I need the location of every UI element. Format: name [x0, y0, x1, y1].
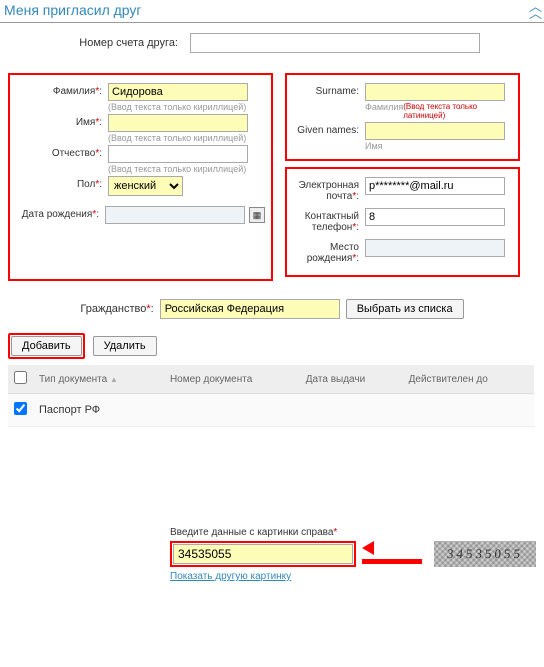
- surname-en-input[interactable]: [365, 83, 505, 101]
- pick-from-list-button[interactable]: Выбрать из списка: [346, 299, 464, 319]
- table-row[interactable]: Паспорт РФ: [8, 394, 534, 427]
- col-valid: Действителен до: [409, 374, 488, 385]
- col-type: Тип документа: [39, 374, 107, 385]
- captcha-label: Введите данные с картинки справа: [170, 527, 333, 538]
- phone-label: Контактный телефон: [305, 211, 359, 233]
- select-all-checkbox[interactable]: [14, 371, 27, 384]
- delete-button[interactable]: Удалить: [93, 336, 157, 356]
- friend-account-label: Номер счета друга:: [20, 37, 190, 49]
- friend-account-row: Номер счета друга:: [0, 23, 544, 73]
- given-en-hint: Имя: [365, 141, 512, 151]
- patronymic-hint: (Ввод текста только кириллицей): [108, 164, 265, 174]
- calendar-icon[interactable]: ▦: [249, 207, 265, 223]
- name-hint: (Ввод текста только кириллицей): [108, 133, 265, 143]
- surname-en-hint-r: (Ввод текста только латиницей): [403, 102, 505, 120]
- cell-number: [164, 394, 300, 427]
- friend-account-input[interactable]: [190, 33, 480, 53]
- citizenship-input[interactable]: [160, 299, 340, 319]
- given-en-input[interactable]: [365, 122, 505, 140]
- row-checkbox[interactable]: [14, 402, 27, 415]
- patronymic-input[interactable]: [108, 145, 248, 163]
- surname-hint: (Ввод текста только кириллицей): [108, 102, 265, 112]
- citizenship-label: Гражданство: [80, 303, 146, 315]
- patronymic-label: Отчество: [52, 148, 95, 159]
- add-button[interactable]: Добавить: [11, 336, 82, 356]
- personal-data-box: Фамилия*: (Ввод текста только кириллицей…: [8, 73, 273, 281]
- sort-icon[interactable]: ▲: [110, 375, 118, 384]
- surname-label: Фамилия: [53, 86, 95, 97]
- sex-select[interactable]: женский: [108, 176, 183, 196]
- citizenship-row: Гражданство*: Выбрать из списка: [0, 299, 544, 319]
- name-input[interactable]: [108, 114, 248, 132]
- show-another-captcha[interactable]: Показать другую картинку: [170, 571, 536, 582]
- email-input[interactable]: [365, 177, 505, 195]
- captcha-section: Введите данные с картинки справа* 345350…: [0, 527, 544, 582]
- cell-valid: [403, 394, 534, 427]
- email-label: Электронная почта: [299, 180, 359, 202]
- sex-label: Пол: [77, 179, 95, 190]
- arrow-icon: [362, 541, 428, 567]
- page-title: Меня пригласил друг: [4, 2, 142, 18]
- cell-issued: [300, 394, 403, 427]
- col-issued: Дата выдачи: [306, 374, 365, 385]
- documents-table: Тип документа ▲ Номер документа Дата выд…: [8, 365, 534, 427]
- surname-en-label: Surname:: [316, 86, 359, 97]
- cell-type: Паспорт РФ: [33, 394, 164, 427]
- birthplace-input[interactable]: [365, 239, 505, 257]
- dob-input[interactable]: [105, 206, 245, 224]
- name-label: Имя: [76, 117, 95, 128]
- section-header: Меня пригласил друг ︿ ︿: [0, 0, 544, 23]
- latin-name-box: Surname: Фамилия (Ввод текста только лат…: [285, 73, 520, 161]
- collapse-icon[interactable]: ︿ ︿: [529, 3, 540, 17]
- surname-en-hint-l: Фамилия: [365, 102, 403, 120]
- captcha-input[interactable]: [173, 544, 353, 564]
- captcha-image: 34535055: [434, 541, 536, 567]
- dob-label: Дата рождения: [22, 209, 93, 220]
- given-en-label: Given names:: [297, 125, 359, 136]
- surname-input[interactable]: [108, 83, 248, 101]
- phone-input[interactable]: [365, 208, 505, 226]
- col-number: Номер документа: [170, 374, 252, 385]
- contact-box: Электронная почта*: Контактный телефон*:…: [285, 167, 520, 277]
